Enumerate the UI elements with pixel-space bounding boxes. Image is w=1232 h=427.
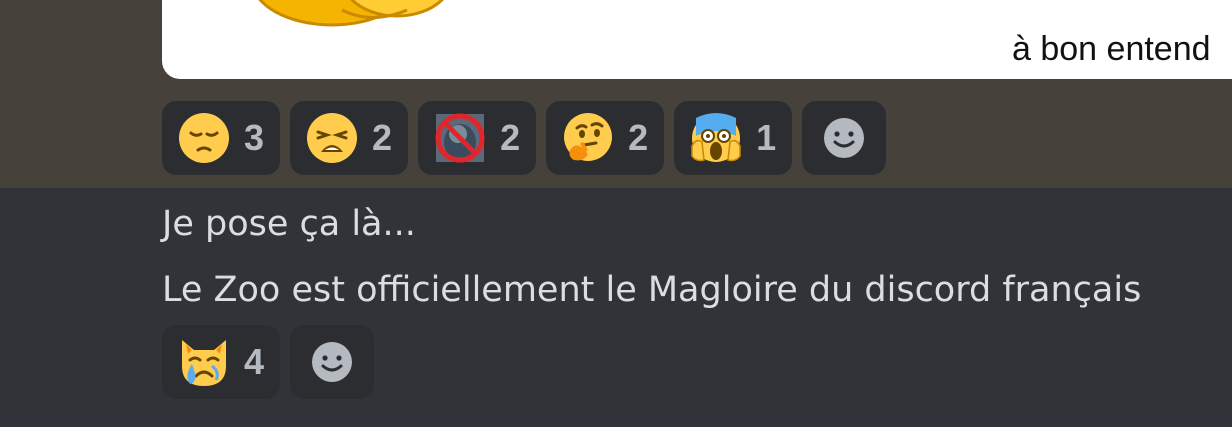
reaction-thinking[interactable]: 2 (546, 101, 665, 175)
reaction-bar: 4 (162, 325, 375, 399)
add-reaction-smiley-icon (312, 342, 353, 382)
reaction-bar: 3 2 2 2 1 (162, 101, 887, 175)
reaction-count: 3 (244, 117, 265, 158)
add-reaction-button[interactable] (290, 325, 375, 399)
add-reaction-smiley-icon (824, 118, 865, 158)
pensive-face-icon (179, 113, 229, 163)
thinking-face-icon (564, 113, 613, 161)
reaction-custom-prohibited[interactable]: 2 (418, 101, 537, 175)
reaction-count: 4 (244, 341, 265, 382)
crying-cat-face-icon (182, 340, 226, 386)
reaction-count: 2 (372, 117, 393, 158)
sticker-hands-icon (258, 0, 444, 27)
embed-caption-text: à bon entend (1012, 30, 1211, 68)
previous-message-area: à bon entend 3 2 2 2 1 (0, 0, 1232, 188)
add-reaction-button[interactable] (802, 101, 887, 175)
reaction-count: 1 (756, 117, 777, 158)
reaction-count: 2 (628, 117, 649, 158)
image-attachment[interactable]: à bon entend (162, 0, 1232, 79)
message-text: Le Zoo est officiellement le Magloire du… (162, 270, 1142, 310)
reaction-weary[interactable]: 2 (290, 101, 409, 175)
custom-prohibited-emoji-icon (435, 113, 485, 163)
reaction-crying-cat[interactable]: 4 (162, 325, 281, 399)
reaction-pensive[interactable]: 3 (162, 101, 281, 175)
reaction-count: 2 (500, 117, 521, 158)
message-text: Je pose ça là... (162, 204, 416, 244)
reaction-screaming[interactable]: 1 (674, 101, 793, 175)
weary-face-icon (307, 113, 358, 163)
screaming-face-icon (691, 113, 741, 162)
